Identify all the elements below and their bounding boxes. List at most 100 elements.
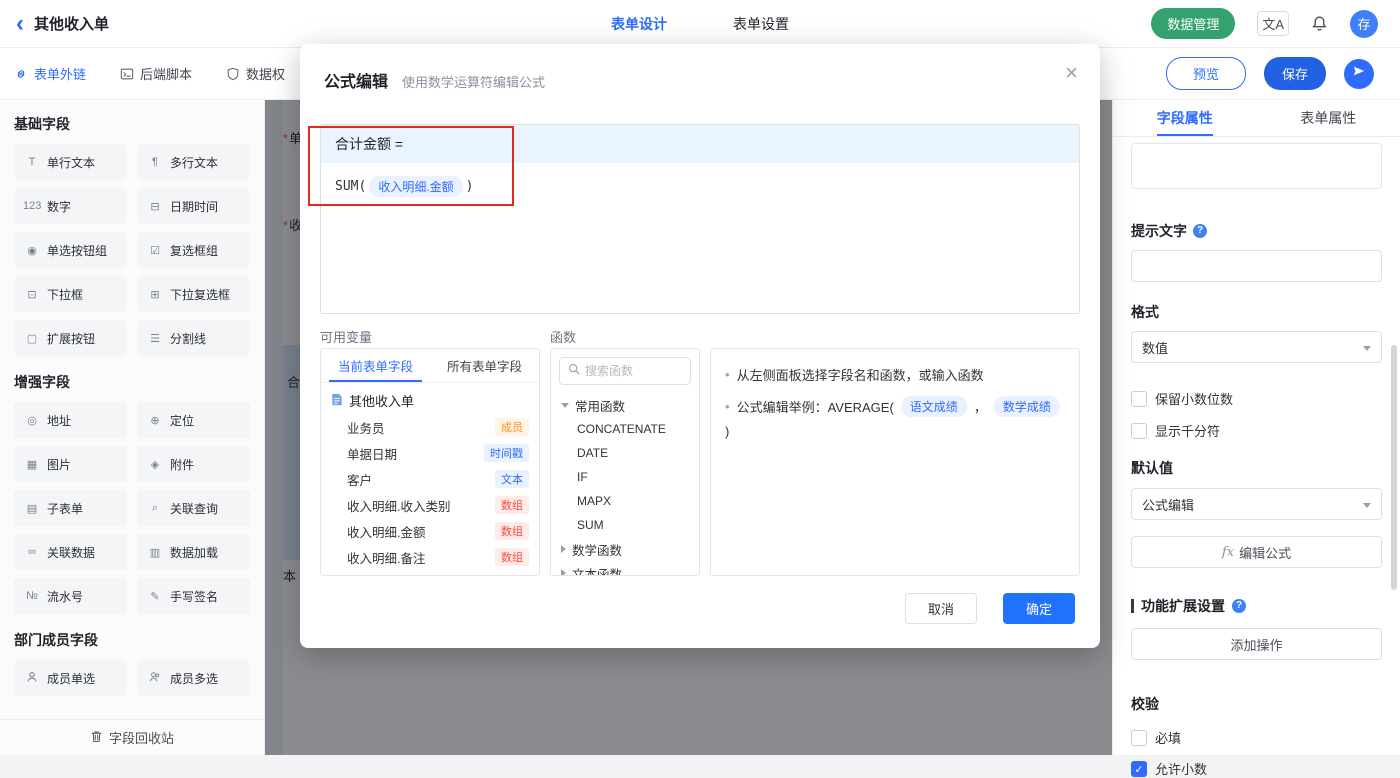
checkbox-icon[interactable] [1131,390,1147,407]
sidebar-item-related-data[interactable]: ∞ 关联数据 [14,534,127,570]
toolbar-item-external-link[interactable]: 表单外链 [14,64,86,83]
lookup-query-icon: ⌕ [151,501,159,514]
sidebar-item-lookup-query[interactable]: ⌕ 关联查询 [137,490,250,526]
field-label: 地址 [47,413,72,428]
variables-tree-root[interactable]: 其他收入单 [321,383,539,414]
sidebar-item-signature[interactable]: ✎ 手写签名 [137,578,250,614]
add-action-button[interactable]: 添加操作 [1131,628,1382,660]
field-chip[interactable]: 收入明细.金额 [369,176,463,197]
default-value-select[interactable]: 公式编辑 [1131,488,1382,520]
functions-label: 函数 [550,330,577,345]
tab-form-design[interactable]: 表单设计 [611,14,667,34]
sidebar-item-extend-button[interactable]: ▢ 扩展按钮 [14,320,127,356]
field-label: 附件 [170,457,195,472]
variables-label: 可用变量 [320,330,373,345]
function-search[interactable] [559,357,691,385]
tab-all-form-fields[interactable]: 所有表单字段 [430,349,539,382]
toolbar-item-backend-script[interactable]: 后端脚本 [120,64,192,83]
sidebar-item-radio-group[interactable]: ◉ 单选按钮组 [14,232,127,268]
toolbar-item-label: 表单外链 [34,67,87,82]
edit-formula-button[interactable]: fx 编辑公式 [1131,536,1382,568]
variable-row[interactable]: 收入明细.收入类别 数组 [321,492,539,518]
help-icon[interactable] [1232,599,1246,613]
tab-current-form-fields[interactable]: 当前表单字段 [321,349,430,382]
sidebar-item-dropdown[interactable]: ⊡ 下拉框 [14,276,127,312]
sidebar-item-location[interactable]: ⊕ 定位 [137,402,250,438]
field-label: 单行文本 [47,155,96,170]
save-button[interactable]: 保存 [1263,57,1326,90]
function-group-math[interactable]: 数学函数 [551,537,699,561]
sidebar-item-data-load[interactable]: ▥ 数据加载 [137,534,250,570]
sidebar-item-divider[interactable]: ☰ 分割线 [137,320,250,356]
variable-row[interactable]: 收入明细.备注 数组 [321,544,539,570]
function-item-sum[interactable]: SUM [551,513,699,537]
function-search-input[interactable] [585,364,682,378]
data-manage-button[interactable]: 数据管理 [1151,8,1236,39]
sidebar-item-attachment[interactable]: ◈ 附件 [137,446,250,482]
share-button[interactable] [1344,58,1374,89]
function-group-common[interactable]: 常用函数 [551,393,699,417]
field-label: 子表单 [47,501,84,516]
trash-icon [90,730,103,746]
variable-row[interactable]: 业务员 成员 [321,414,539,440]
sidebar-item-dropdown-multi[interactable]: ⊞ 下拉复选框 [137,276,250,312]
function-item-mapx[interactable]: MAPX [551,489,699,513]
field-label: 成员多选 [170,671,219,686]
scrollbar-thumb[interactable] [1391,345,1397,590]
share-icon [1352,64,1366,83]
sidebar-item-single-line-text[interactable]: T 单行文本 [14,144,127,180]
sidebar-item-address[interactable]: ◎ 地址 [14,402,127,438]
avatar[interactable]: 存 [1350,9,1378,38]
toolbar-item-label: 数据权 [246,67,286,82]
variables-panel: 当前表单字段 所有表单字段 其他收入单 业务员 成员 单据日期 时间戳 客户 文本 收… [320,348,540,576]
format-select[interactable]: 数值 [1131,331,1382,363]
checkbox-icon[interactable] [1131,422,1147,439]
back-icon[interactable]: ‹ [16,11,24,35]
help-icon[interactable] [1193,224,1207,238]
allow-decimal-checkbox[interactable]: 允许小数 [1131,759,1382,778]
language-icon[interactable]: 文A [1257,11,1289,36]
field-label: 定位 [170,413,195,428]
variable-row[interactable]: 单据日期 时间戳 [321,440,539,466]
confirm-button[interactable]: 确定 [1003,593,1075,624]
formula-editor[interactable]: 合计金额 = SUM( 收入明细.金额 ) [320,124,1080,314]
sidebar-item-datetime[interactable]: ⊟ 日期时间 [137,188,250,224]
overflow-input[interactable] [1131,143,1382,189]
variable-row[interactable]: 客户 文本 [321,466,539,492]
sidebar-item-checkbox-group[interactable]: ☑ 复选框组 [137,232,250,268]
tab-form-properties[interactable]: 表单属性 [1300,100,1356,136]
checkbox-checked-icon[interactable] [1131,760,1147,777]
function-item-concatenate[interactable]: CONCATENATE [551,417,699,441]
checkbox-icon[interactable] [1131,729,1147,746]
sidebar-item-image[interactable]: ▦ 图片 [14,446,127,482]
field-label: 分割线 [170,331,207,346]
sidebar-item-serial-number[interactable]: № 流水号 [14,578,127,614]
field-recycle-bin[interactable]: 字段回收站 [0,719,264,755]
sidebar-item-number[interactable]: 123 数字 [14,188,127,224]
cancel-button[interactable]: 取消 [905,593,977,624]
tab-field-properties[interactable]: 字段属性 [1156,100,1213,136]
thousands-checkbox[interactable]: 显示千分符 [1131,421,1382,440]
function-item-if[interactable]: IF [551,465,699,489]
sidebar-item-member-single[interactable]: 成员单选 [14,660,127,696]
close-icon[interactable]: × [1065,62,1078,84]
sidebar-item-subform[interactable]: ▤ 子表单 [14,490,127,526]
keep-decimals-checkbox[interactable]: 保留小数位数 [1131,389,1382,408]
properties-panel: 字段属性 表单属性 提示文字 格式 数值 保留小数位数 显示千分符 默认值 公式… [1112,100,1400,777]
variable-row[interactable]: 收入明细.金额 数组 [321,518,539,544]
formula-target: 合计金额 = [321,125,1079,163]
hint-text-input[interactable] [1131,250,1382,282]
sidebar-item-member-multi[interactable]: 成员多选 [137,660,250,696]
sidebar-item-multiline-text[interactable]: ¶ 多行文本 [137,144,250,180]
function-group-text[interactable]: 文本函数 [551,561,699,575]
member-single-icon [23,671,41,686]
function-item-date[interactable]: DATE [551,441,699,465]
checkbox-label: 允许小数 [1155,762,1208,777]
required-checkbox[interactable]: 必填 [1131,728,1382,747]
bell-icon[interactable] [1311,15,1328,32]
toolbar-item-data-permission[interactable]: 数据权 [226,64,285,83]
number-icon: 123 [23,200,42,212]
validation-label: 校验 [1131,696,1159,712]
tab-form-settings[interactable]: 表单设置 [733,14,789,34]
preview-button[interactable]: 预览 [1165,57,1246,90]
